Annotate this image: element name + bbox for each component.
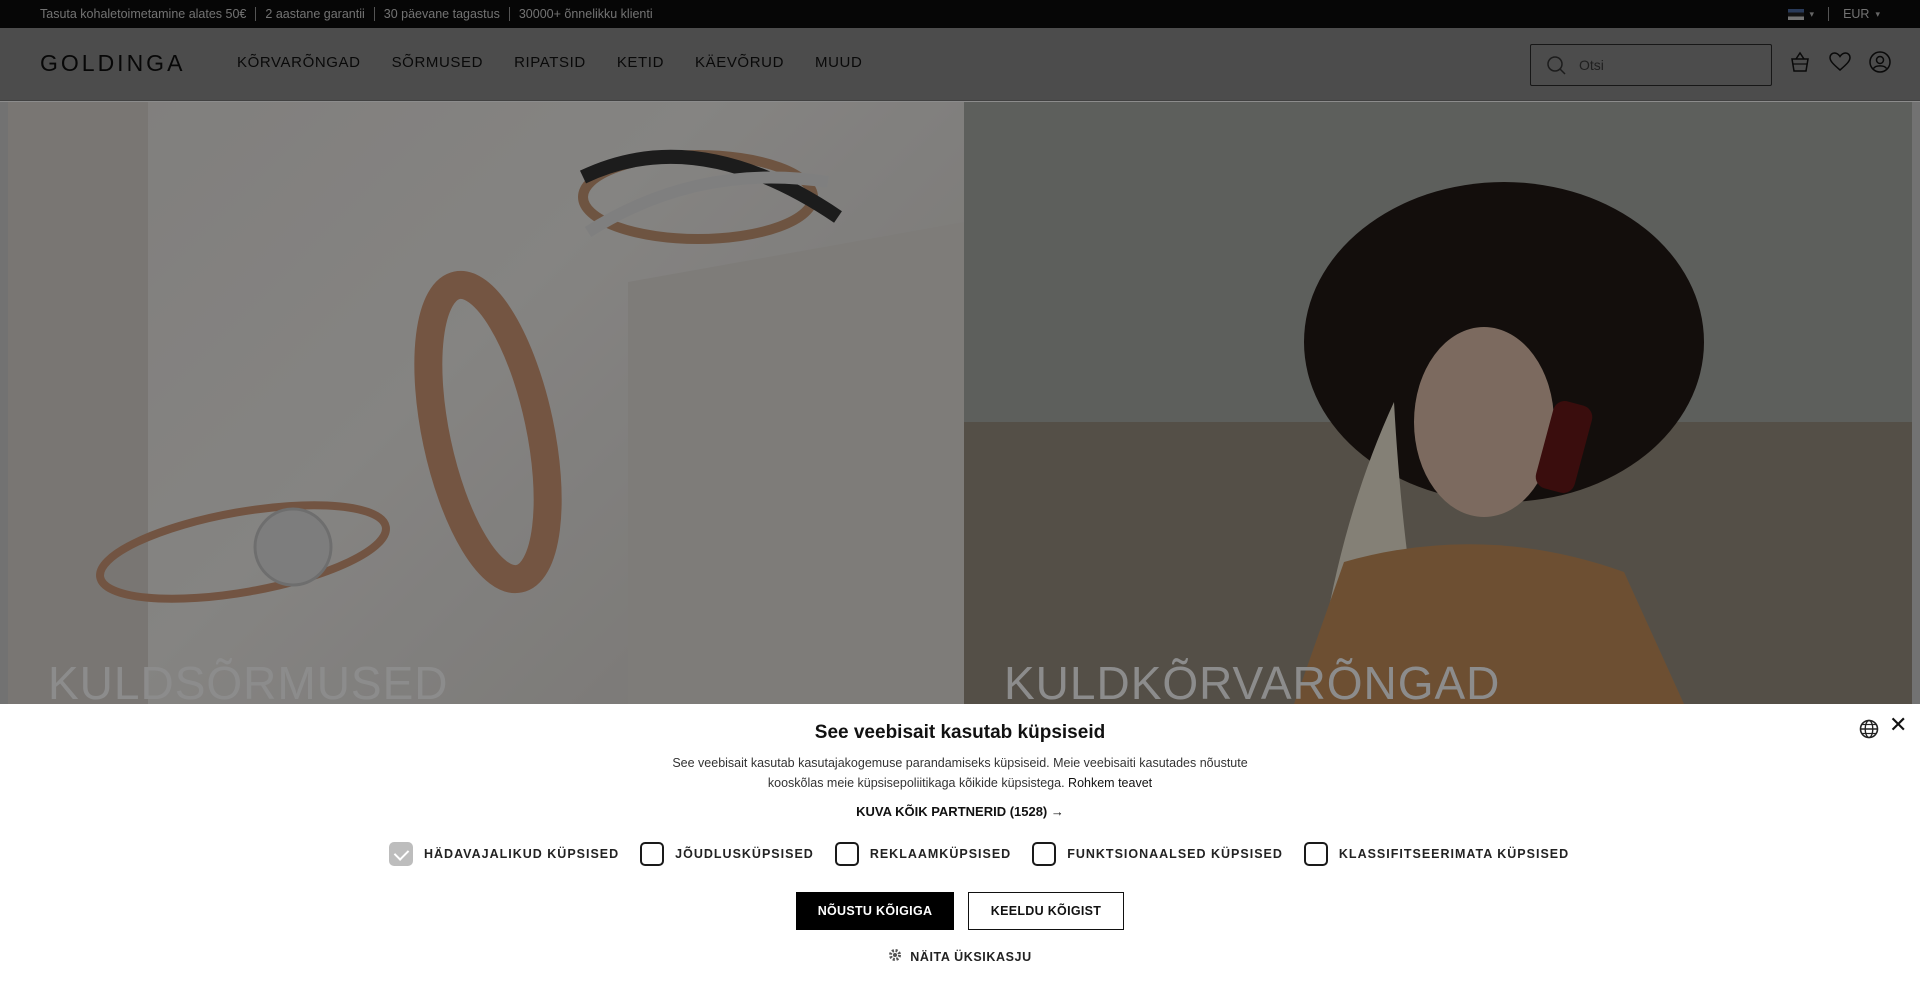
- show-partners-link[interactable]: KUVA KÕIK PARTNERID (1528) →: [0, 804, 1920, 819]
- cookie-description: See veebisait kasutab kasutajakogemuse p…: [660, 753, 1260, 793]
- account-icon[interactable]: [1868, 50, 1892, 74]
- cookie-category-necessary[interactable]: HÄDAVAJALIKUD KÜPSISED: [389, 842, 619, 866]
- divider: [1828, 7, 1830, 21]
- cookie-description-line1: See veebisait kasutab kasutajakogemuse p…: [672, 756, 1248, 770]
- checkbox-functional[interactable]: [1032, 842, 1057, 866]
- cookie-category-functional[interactable]: FUNKTSIONAALSED KÜPSISED: [1032, 842, 1283, 866]
- language-flag-icon[interactable]: [1787, 8, 1804, 20]
- hero-panel-earrings[interactable]: KULDKÕRVARÕNGAD: [964, 102, 1912, 704]
- nav-item-bracelets[interactable]: KÄEVÕRUD: [695, 54, 784, 71]
- currency-selector[interactable]: EUR: [1843, 7, 1869, 21]
- nav-item-earrings[interactable]: KÕRVARÕNGAD: [237, 54, 361, 71]
- announcement-returns: 30 päevane tagastus: [383, 7, 500, 21]
- decline-all-button[interactable]: KEELDU KÕIGIST: [968, 892, 1124, 930]
- nav-item-pendants[interactable]: RIPATSID: [514, 54, 586, 71]
- hero-title-rings[interactable]: KULDSÕRMUSED: [48, 656, 449, 704]
- checkbox-label[interactable]: KLASSIFITSEERIMATA KÜPSISED: [1339, 847, 1569, 861]
- cookie-title: See veebisait kasutab küpsiseid: [814, 722, 1106, 743]
- chevron-down-icon[interactable]: ▾: [1810, 9, 1815, 20]
- hero-panel-rings[interactable]: KULDSÕRMUSED: [8, 102, 964, 704]
- checkbox-label[interactable]: HÄDAVAJALIKUD KÜPSISED: [424, 847, 619, 861]
- search-input[interactable]: [1579, 57, 1739, 73]
- search-icon[interactable]: [1545, 54, 1567, 76]
- logo[interactable]: GOLDINGA: [40, 50, 185, 77]
- hero-title-earrings[interactable]: KULDKÕRVARÕNGAD: [1004, 656, 1500, 704]
- announcement-warranty: 2 aastane garantii: [265, 7, 365, 21]
- nav-item-other[interactable]: MUUD: [815, 54, 862, 71]
- cookie-categories: HÄDAVAJALIKUD KÜPSISED JÕUDLUSKÜPSISED R…: [389, 842, 1590, 866]
- cookie-category-advertising[interactable]: REKLAAMKÜPSISED: [834, 842, 1011, 866]
- show-details-link[interactable]: NÄITA ÜKSIKASJU: [0, 948, 1920, 965]
- checkbox-unclassified[interactable]: [1303, 842, 1328, 866]
- gear-icon[interactable]: [888, 948, 902, 965]
- heart-icon[interactable]: [1828, 50, 1852, 74]
- more-info-link[interactable]: Rohkem teavet: [1068, 776, 1152, 790]
- divider: [255, 7, 257, 21]
- chevron-down-icon[interactable]: ▾: [1875, 9, 1880, 20]
- show-details-label[interactable]: NÄITA ÜKSIKASJU: [910, 950, 1032, 964]
- nav-item-chains[interactable]: KETID: [617, 54, 664, 71]
- nav-item-rings[interactable]: SÕRMUSED: [392, 54, 483, 71]
- checkbox-performance[interactable]: [640, 842, 665, 866]
- checkbox-advertising[interactable]: [834, 842, 859, 866]
- announcement-bar: Tasuta kohaletoimetamine alates 50€ 2 aa…: [0, 0, 1920, 28]
- cookie-category-performance[interactable]: JÕUDLUSKÜPSISED: [640, 842, 814, 866]
- search-box[interactable]: [1530, 44, 1772, 86]
- rings-image: [8, 102, 964, 704]
- cookie-category-unclassified[interactable]: KLASSIFITSEERIMATA KÜPSISED: [1303, 842, 1569, 866]
- checkbox-label[interactable]: FUNKTSIONAALSED KÜPSISED: [1067, 847, 1283, 861]
- cart-icon[interactable]: [1788, 50, 1812, 74]
- cookie-description-line2: kooskõlas meie küpsisepoliitikaga kõikid…: [767, 776, 1065, 790]
- cookie-banner: ✕ See veebisait kasutab küpsiseid See ve…: [0, 704, 1920, 993]
- main-nav: KÕRVARÕNGAD SÕRMUSED RIPATSID KETID KÄEV…: [237, 54, 862, 71]
- checkbox-label[interactable]: REKLAAMKÜPSISED: [870, 847, 1011, 861]
- announcement-shipping: Tasuta kohaletoimetamine alates 50€: [40, 7, 247, 21]
- divider: [373, 7, 375, 21]
- divider: [508, 7, 510, 21]
- accept-all-button[interactable]: NÕUSTU KÕIGIGA: [796, 892, 954, 930]
- hero-banner: KULDSÕRMUSED KULDKÕRVARÕNGAD: [0, 102, 1920, 704]
- announcement-customers: 30000+ õnnelikku klienti: [518, 7, 653, 21]
- checkbox-label[interactable]: JÕUDLUSKÜPSISED: [675, 847, 814, 861]
- checkbox-necessary[interactable]: [389, 842, 413, 866]
- model-image: [964, 102, 1912, 704]
- site-header: GOLDINGA KÕRVARÕNGAD SÕRMUSED RIPATSID K…: [0, 28, 1920, 101]
